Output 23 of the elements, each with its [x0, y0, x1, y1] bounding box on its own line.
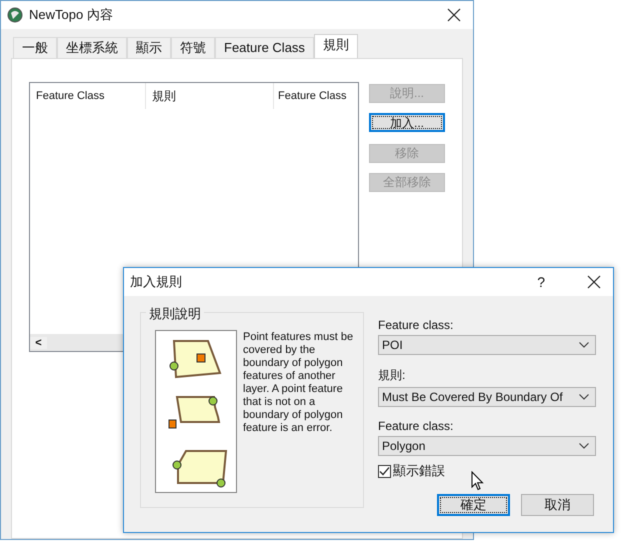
dropdown[interactable]: Polygon — [378, 436, 596, 456]
help-button[interactable]: ? — [537, 274, 545, 290]
column-header[interactable]: Feature Class — [274, 83, 358, 109]
dialog-title: 加入規則 — [130, 273, 183, 291]
window-title: NewTopo 內容 — [29, 6, 114, 24]
tab[interactable]: 坐標系統 — [57, 37, 127, 58]
tab[interactable]: 一般 — [13, 37, 57, 58]
group-title: 規則說明 — [146, 305, 204, 323]
tab[interactable]: 符號 — [171, 37, 215, 58]
column-header[interactable]: Feature Class — [30, 83, 146, 109]
button[interactable]: 確定 — [437, 494, 510, 516]
field-label: Feature class: — [378, 419, 454, 433]
tab[interactable]: 規則 — [314, 34, 358, 58]
dropdown[interactable]: Must Be Covered By Boundary Of — [378, 387, 596, 407]
column-header[interactable]: 規則 — [146, 83, 274, 109]
field-label: 規則: — [378, 367, 406, 384]
dropdown[interactable]: POI — [378, 335, 596, 355]
field-label: Feature class: — [378, 318, 454, 332]
checkbox-label: 顯示錯誤 — [393, 462, 445, 480]
button[interactable]: 取消 — [521, 494, 594, 516]
button[interactable]: 加入... — [369, 113, 445, 132]
tab[interactable]: Feature Class — [215, 37, 314, 58]
tab[interactable]: 顯示 — [127, 37, 171, 58]
